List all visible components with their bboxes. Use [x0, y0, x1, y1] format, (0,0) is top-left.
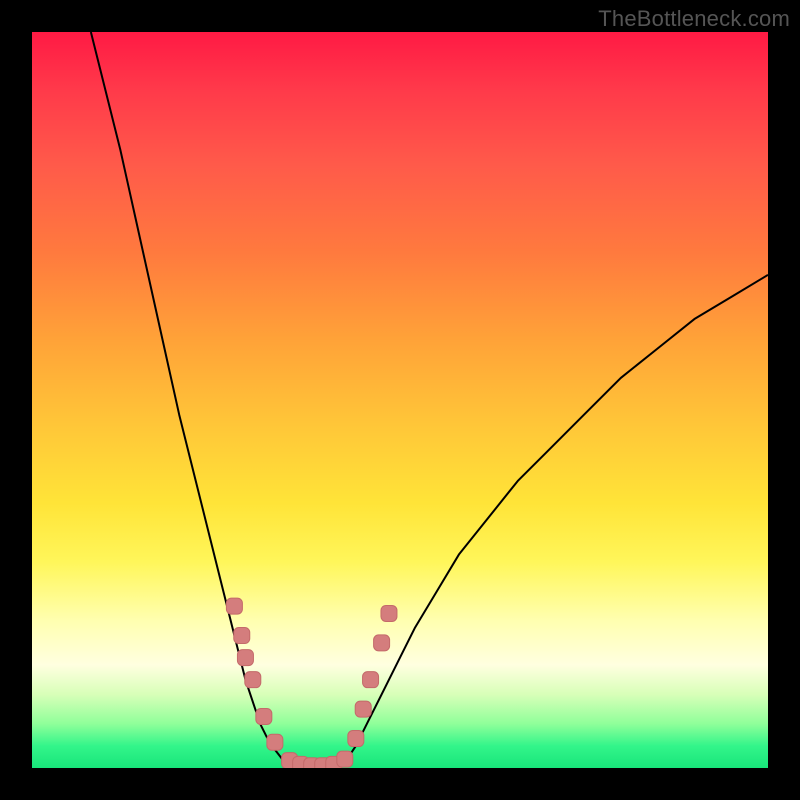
marker-group — [226, 598, 397, 768]
bottleneck-curve — [91, 32, 768, 767]
chart-svg — [32, 32, 768, 768]
data-marker — [237, 650, 253, 666]
data-marker — [267, 734, 283, 750]
data-marker — [374, 635, 390, 651]
data-marker — [256, 708, 272, 724]
data-marker — [337, 751, 353, 767]
chart-frame: TheBottleneck.com — [0, 0, 800, 800]
data-marker — [226, 598, 242, 614]
watermark-text: TheBottleneck.com — [598, 6, 790, 32]
data-marker — [355, 701, 371, 717]
data-marker — [245, 672, 261, 688]
data-marker — [348, 731, 364, 747]
data-marker — [363, 672, 379, 688]
data-marker — [381, 605, 397, 621]
plot-area — [32, 32, 768, 768]
data-marker — [234, 628, 250, 644]
